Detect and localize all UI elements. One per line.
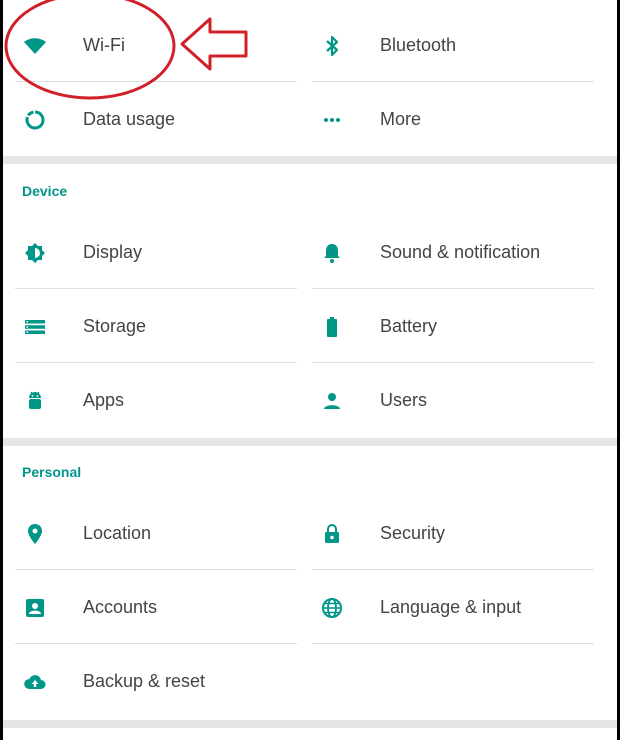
battery-icon [320, 315, 344, 339]
cloud-upload-icon [23, 670, 47, 694]
settings-item-more[interactable]: More [312, 82, 594, 156]
globe-icon [320, 596, 344, 620]
data-usage-icon [23, 108, 47, 132]
settings-item-label: Battery [380, 316, 438, 336]
lock-icon [320, 522, 344, 546]
android-icon [23, 389, 47, 413]
settings-item-battery[interactable]: Battery [312, 289, 594, 363]
settings-item-label: Bluetooth [380, 35, 457, 55]
wifi-icon [23, 34, 47, 58]
system-card [3, 728, 617, 740]
card-divider [3, 720, 617, 728]
account-box-icon [23, 596, 47, 620]
card-divider [3, 438, 617, 446]
settings-item-storage[interactable]: Storage [15, 289, 297, 363]
settings-item-sound[interactable]: Sound & notification [312, 215, 594, 289]
settings-item-label: Sound & notification [380, 242, 541, 262]
bell-icon [320, 241, 344, 265]
settings-item-location[interactable]: Location [15, 496, 297, 570]
display-brightness-icon [23, 241, 47, 265]
settings-item-apps[interactable]: Apps [15, 363, 297, 437]
section-title-device: Device [22, 183, 68, 199]
settings-item-language[interactable]: Language & input [312, 570, 594, 644]
settings-item-label: Apps [83, 390, 125, 410]
settings-item-bluetooth[interactable]: Bluetooth [312, 8, 594, 82]
settings-item-label: Accounts [83, 597, 158, 617]
settings-item-label: Storage [83, 316, 147, 336]
settings-item-security[interactable]: Security [312, 496, 594, 570]
settings-item-label: More [380, 109, 422, 129]
settings-item-backup[interactable]: Backup & reset [15, 644, 297, 718]
settings-item-label: Backup & reset [83, 671, 206, 691]
settings-item-users[interactable]: Users [312, 363, 594, 437]
card-divider [3, 156, 617, 164]
settings-item-wifi[interactable]: Wi-Fi [15, 8, 297, 82]
settings-item-label: Display [83, 242, 143, 262]
settings-item-label: Users [380, 390, 428, 410]
section-title-personal: Personal [22, 464, 82, 480]
settings-item-label: Location [83, 523, 152, 543]
settings-item-label: Security [380, 523, 446, 543]
settings-item-display[interactable]: Display [15, 215, 297, 289]
location-pin-icon [23, 522, 47, 546]
more-dots-icon [320, 108, 344, 132]
settings-item-label: Data usage [83, 109, 176, 129]
settings-item-label: Wi-Fi [83, 35, 125, 55]
settings-item-label: Language & input [380, 597, 522, 617]
person-icon [320, 389, 344, 413]
settings-item-data-usage[interactable]: Data usage [15, 82, 297, 156]
settings-item-accounts[interactable]: Accounts [15, 570, 297, 644]
bluetooth-icon [320, 34, 344, 58]
storage-icon [23, 315, 47, 339]
